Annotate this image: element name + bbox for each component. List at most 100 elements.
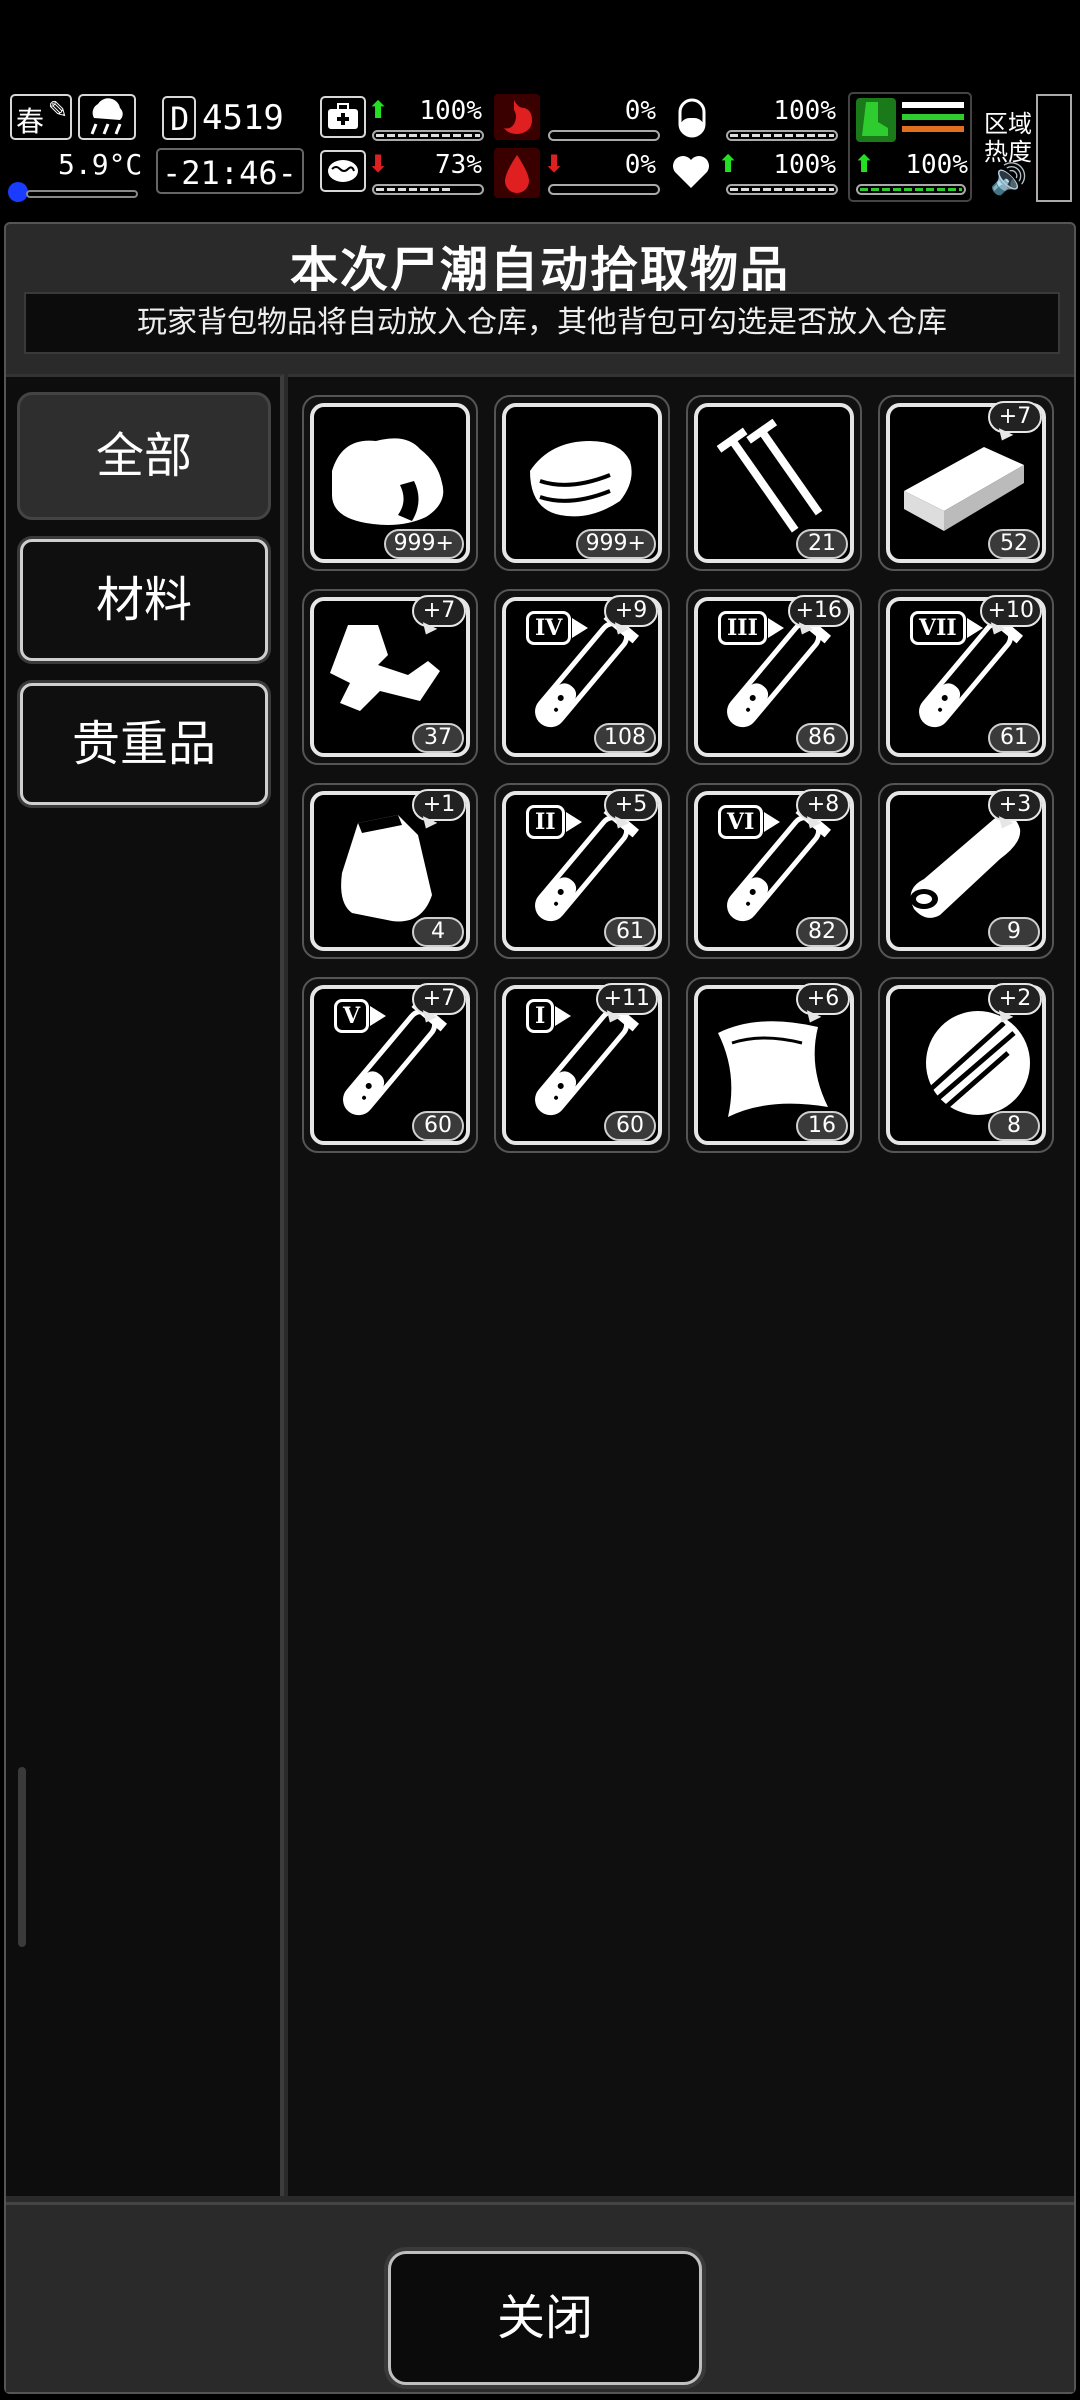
water-value: 100% bbox=[773, 96, 836, 126]
item-bonus-badge: +7 bbox=[988, 401, 1042, 433]
item-slot[interactable]: VI +8 82 bbox=[686, 783, 862, 959]
item-bonus-badge: +6 bbox=[796, 983, 850, 1015]
item-count-badge: 37 bbox=[412, 723, 464, 753]
heart-icon bbox=[668, 150, 714, 194]
item-bonus-badge: +7 bbox=[412, 983, 466, 1015]
season-label: 春 bbox=[16, 105, 45, 138]
blood-bar bbox=[548, 184, 660, 195]
tab-materials[interactable]: 材料 bbox=[20, 539, 268, 661]
weather-icon bbox=[78, 94, 136, 140]
item-slot[interactable]: +3 9 bbox=[878, 783, 1054, 959]
water-bar bbox=[726, 130, 838, 141]
item-count-badge: 61 bbox=[604, 917, 656, 947]
clock: -21:46- bbox=[156, 148, 304, 194]
item-slot[interactable]: II +5 61 bbox=[494, 783, 670, 959]
blood-drop-icon bbox=[494, 148, 540, 198]
item-tier-label: I bbox=[526, 999, 572, 1033]
item-bonus-badge: +3 bbox=[988, 789, 1042, 821]
heart-bar-fill bbox=[730, 188, 834, 191]
tab-valuables-label: 贵重品 bbox=[71, 716, 216, 772]
day-counter: 4519 bbox=[202, 98, 284, 138]
item-slot[interactable]: 999+ bbox=[494, 395, 670, 571]
medkit-icon bbox=[320, 96, 366, 138]
item-count-badge: 61 bbox=[988, 723, 1040, 753]
sound-icon[interactable]: 🔊 bbox=[990, 162, 1027, 197]
item-slot[interactable]: +7 52 bbox=[878, 395, 1054, 571]
item-count-badge: 60 bbox=[604, 1111, 656, 1141]
tab-materials-label: 材料 bbox=[95, 572, 192, 628]
item-count-badge: 60 bbox=[412, 1111, 464, 1141]
close-button[interactable]: 关闭 bbox=[388, 2251, 702, 2385]
item-tier-label: IV bbox=[526, 611, 589, 645]
brain-icon bbox=[320, 150, 366, 192]
item-count-badge: 4 bbox=[412, 917, 464, 947]
item-slot[interactable]: +1 4 bbox=[302, 783, 478, 959]
health-bar bbox=[372, 130, 484, 141]
mental-value: 73% bbox=[435, 150, 482, 180]
item-tier-label: II bbox=[526, 805, 582, 839]
stomach-value: 0% bbox=[624, 96, 656, 126]
auto-pickup-panel: 本次尸潮自动拾取物品 玩家背包物品将自动放入仓库，其他背包可勾选是否放入仓库 全… bbox=[4, 222, 1076, 2394]
pill-icon bbox=[672, 96, 712, 140]
item-bonus-badge: +2 bbox=[988, 983, 1042, 1015]
stamina-stripes bbox=[902, 102, 964, 138]
heart-bar bbox=[726, 184, 838, 195]
item-tier-label: VII bbox=[910, 611, 983, 645]
item-bonus-badge: +1 bbox=[412, 789, 466, 821]
item-bonus-badge: +10 bbox=[979, 595, 1042, 627]
item-tier-label: III bbox=[718, 611, 784, 645]
item-slot[interactable]: 999+ bbox=[302, 395, 478, 571]
stomach-bar bbox=[548, 130, 660, 141]
item-count-badge: 16 bbox=[796, 1111, 848, 1141]
item-slot[interactable]: 21 bbox=[686, 395, 862, 571]
status-hud: 春 ✎ 5.9°C D 4519 -21:46- ⬆ 100% 0% 100% … bbox=[0, 88, 1080, 210]
item-count-badge: 108 bbox=[594, 723, 656, 753]
stamina-value: 100% bbox=[905, 150, 968, 180]
tab-valuables[interactable]: 贵重品 bbox=[20, 683, 268, 805]
stamina-bar-fill bbox=[860, 188, 962, 191]
health-bar-fill bbox=[376, 134, 480, 137]
item-bonus-badge: +11 bbox=[595, 983, 658, 1015]
item-slot[interactable]: I +11 60 bbox=[494, 977, 670, 1153]
item-slot[interactable]: III +16 86 bbox=[686, 589, 862, 765]
mental-bar bbox=[372, 184, 484, 195]
stamina-panel: ⬆ 100% bbox=[848, 92, 972, 202]
item-count-badge: 999+ bbox=[383, 529, 464, 559]
item-bonus-badge: +8 bbox=[796, 789, 850, 821]
temperature-gauge bbox=[8, 182, 138, 202]
item-slot[interactable]: V +7 60 bbox=[302, 977, 478, 1153]
item-slot[interactable]: IV +9 108 bbox=[494, 589, 670, 765]
item-count-badge: 82 bbox=[796, 917, 848, 947]
item-count-badge: 999+ bbox=[575, 529, 656, 559]
health-value: 100% bbox=[419, 96, 482, 126]
mental-bar-fill bbox=[376, 188, 451, 191]
item-slot[interactable]: +6 16 bbox=[686, 977, 862, 1153]
feather-icon: ✎ bbox=[47, 96, 68, 124]
item-grid: 999+ 999+ 21 +7 52 +7 37 IV +9 108 III +16 86 VII +10 6… bbox=[288, 374, 1074, 2196]
temperature-readout: 5.9°C bbox=[58, 148, 143, 181]
item-bonus-badge: +7 bbox=[412, 595, 466, 627]
stamina-bar bbox=[856, 184, 966, 195]
panel-footer: 关闭 bbox=[6, 2202, 1074, 2392]
item-tier-label: V bbox=[334, 999, 387, 1033]
zone-heat-meter bbox=[1036, 94, 1072, 202]
item-bonus-badge: +16 bbox=[787, 595, 850, 627]
item-count-badge: 8 bbox=[988, 1111, 1040, 1141]
item-count-badge: 52 bbox=[988, 529, 1040, 559]
tab-all-label: 全部 bbox=[95, 428, 192, 484]
day-badge: D bbox=[162, 96, 196, 140]
clock-time: -21:46- bbox=[162, 154, 297, 192]
tab-all[interactable]: 全部 bbox=[20, 395, 268, 517]
item-slot[interactable]: VII +10 61 bbox=[878, 589, 1054, 765]
sidebar-scrollbar[interactable] bbox=[18, 1767, 26, 1947]
item-tier-label: VI bbox=[718, 805, 781, 839]
item-slot[interactable]: +2 8 bbox=[878, 977, 1054, 1153]
day-prefix: D bbox=[170, 100, 190, 138]
stomach-icon bbox=[494, 94, 540, 140]
item-count-badge: 21 bbox=[796, 529, 848, 559]
item-bonus-badge: +5 bbox=[604, 789, 658, 821]
water-bar-fill bbox=[730, 134, 834, 137]
item-slot[interactable]: +7 37 bbox=[302, 589, 478, 765]
category-sidebar: 全部 材料 贵重品 bbox=[6, 374, 284, 2196]
boot-icon bbox=[856, 98, 896, 142]
